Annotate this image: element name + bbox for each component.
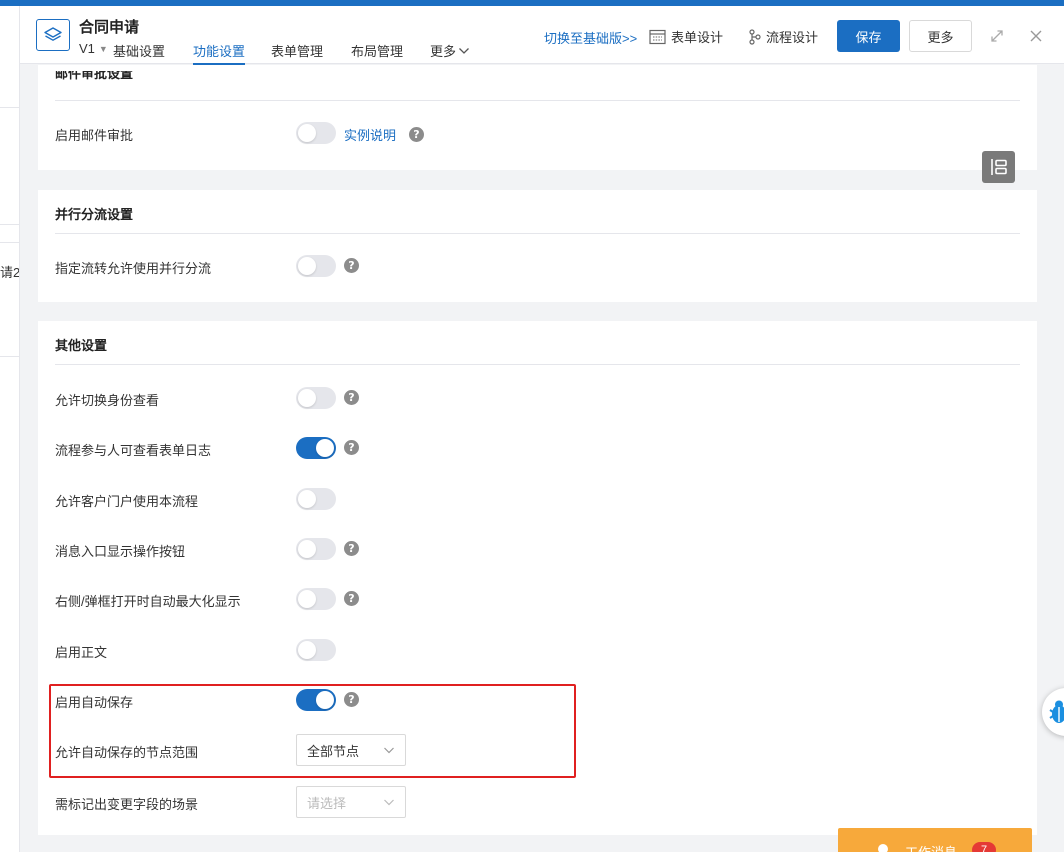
setting-label: 消息入口显示操作按钮 (55, 544, 186, 559)
tab-more[interactable]: 更多 (430, 41, 470, 60)
bug-feedback-icon[interactable] (1042, 688, 1064, 736)
message-buttons-toggle[interactable] (296, 538, 336, 560)
form-log-toggle[interactable] (296, 437, 336, 459)
outline-panel-icon[interactable] (982, 151, 1015, 183)
select-placeholder: 请选择 (307, 795, 347, 811)
work-message-bar[interactable]: 工作消息 7 (838, 828, 1032, 852)
toggle-knob (298, 590, 316, 608)
save-button[interactable]: 保存 (837, 20, 900, 52)
switch-to-basic-link[interactable]: 切换至基础版>> (544, 28, 637, 47)
close-icon[interactable] (1028, 28, 1044, 48)
chevron-down-icon (459, 47, 469, 54)
setting-label: 启用邮件审批 (55, 128, 134, 143)
flow-design-button[interactable]: 流程设计 (749, 27, 818, 46)
left-panel-text-fragment: 请20 (0, 265, 20, 280)
form-design-icon (649, 29, 666, 44)
toggle-knob (298, 490, 316, 508)
form-design-label: 表单设计 (671, 30, 724, 45)
setting-label: 启用正文 (55, 645, 108, 660)
toggle-knob (316, 439, 334, 457)
section-divider (55, 233, 1020, 234)
section-divider (55, 100, 1020, 101)
dialog-header: 合同申请 V1 ▼ 基础设置 功能设置 表单管理 布局管理 更多 切换至基础版>… (20, 6, 1064, 65)
question-icon[interactable]: ? (344, 440, 359, 455)
section-divider (55, 364, 1020, 365)
toggle-knob (298, 540, 316, 558)
parallel-flow-section: 并行分流设置 指定流转允许使用并行分流 ? (38, 190, 1037, 302)
tab-layout-management[interactable]: 布局管理 (351, 41, 403, 60)
example-help-link[interactable]: 实例说明 (344, 125, 396, 144)
flow-design-label: 流程设计 (766, 30, 819, 45)
version-selector[interactable]: V1 ▼ (79, 41, 108, 56)
maximize-icon[interactable] (989, 28, 1005, 48)
caret-down-icon: ▼ (98, 43, 108, 54)
change-field-scene-select[interactable]: 请选择 (296, 786, 406, 818)
setting-label: 需标记出变更字段的场景 (55, 797, 199, 812)
setting-label: 指定流转允许使用并行分流 (55, 261, 212, 276)
chevron-down-icon (384, 799, 394, 806)
enable-body-text-toggle[interactable] (296, 639, 336, 661)
section-title: 并行分流设置 (55, 207, 134, 222)
left-panel-divider (0, 242, 19, 243)
tab-form-management[interactable]: 表单管理 (271, 41, 323, 60)
setting-label: 右侧/弹框打开时自动最大化显示 (55, 594, 241, 609)
question-icon[interactable]: ? (344, 258, 359, 273)
customer-portal-toggle[interactable] (296, 488, 336, 510)
toggle-knob (298, 257, 316, 275)
message-count-badge: 7 (972, 842, 996, 852)
question-icon[interactable]: ? (344, 541, 359, 556)
flow-design-icon (749, 28, 761, 45)
parallel-flow-toggle[interactable] (296, 255, 336, 277)
mail-approval-section: 邮件审批设置 启用邮件审批 实例说明 ? (38, 65, 1037, 170)
tab-basic-settings[interactable]: 基础设置 (113, 41, 165, 60)
section-title: 其他设置 (55, 338, 108, 353)
auto-maximize-toggle[interactable] (296, 588, 336, 610)
question-icon[interactable]: ? (409, 127, 424, 142)
toggle-knob (298, 641, 316, 659)
mail-approval-toggle[interactable] (296, 122, 336, 144)
section-title: 邮件审批设置 (55, 71, 134, 81)
switch-identity-toggle[interactable] (296, 387, 336, 409)
version-label: V1 (79, 41, 95, 56)
setting-label: 允许客户门户使用本流程 (55, 494, 199, 509)
layers-icon (36, 19, 70, 51)
highlight-annotation-box (49, 684, 576, 778)
left-background-panel: 请20 (0, 6, 20, 852)
setting-label: 允许切换身份查看 (55, 393, 160, 408)
left-panel-divider (0, 107, 19, 108)
setting-label: 流程参与人可查看表单日志 (55, 443, 212, 458)
form-design-button[interactable]: 表单设计 (649, 27, 723, 46)
message-status-icon (878, 844, 888, 852)
tab-more-label: 更多 (430, 44, 457, 59)
tab-function-settings[interactable]: 功能设置 (193, 41, 246, 65)
left-panel-divider (0, 224, 19, 225)
page-title: 合同申请 (79, 19, 140, 36)
toggle-knob (298, 124, 316, 142)
toggle-knob (298, 389, 316, 407)
work-message-label: 工作消息 (905, 842, 957, 852)
more-button[interactable]: 更多 (909, 20, 972, 52)
left-panel-divider (0, 356, 19, 357)
question-icon[interactable]: ? (344, 390, 359, 405)
question-icon[interactable]: ? (344, 591, 359, 606)
